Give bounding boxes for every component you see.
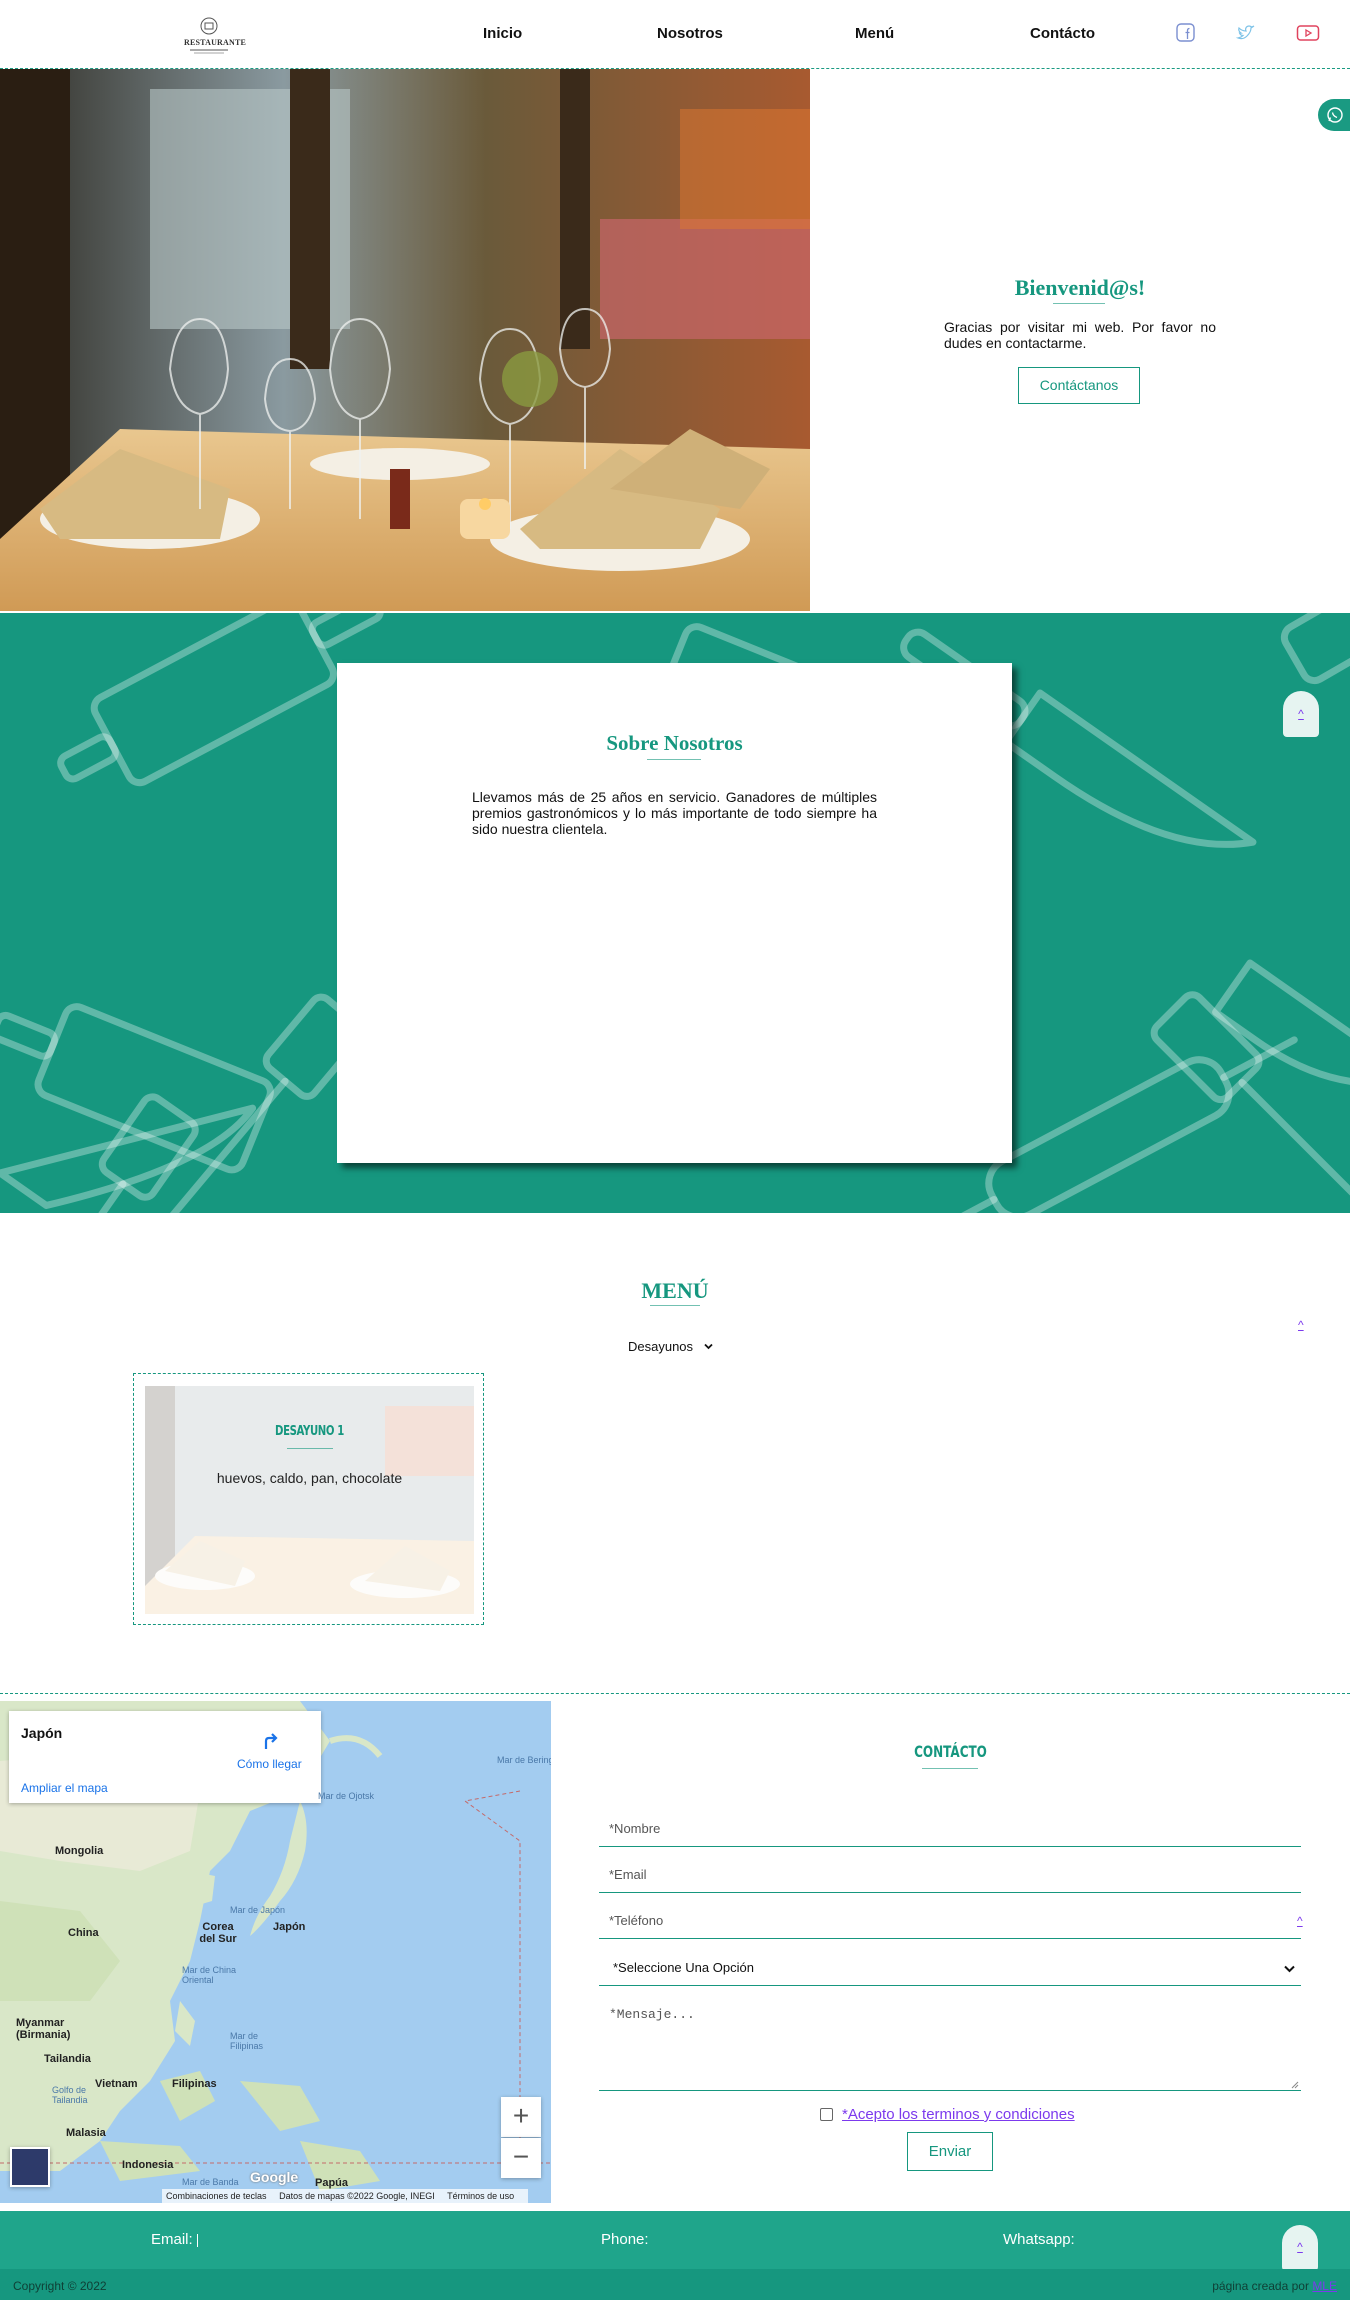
message-textarea[interactable]: *Mensaje... bbox=[599, 1997, 1301, 2091]
map-sea-east-china: Mar de China Oriental bbox=[182, 1965, 237, 1985]
map-label-south-korea: Corea del Sur bbox=[199, 1921, 237, 1945]
map-layer-toggle[interactable] bbox=[10, 2147, 50, 2187]
welcome-text: Gracias por visitar mi web. Por favor no… bbox=[944, 319, 1216, 351]
map-label-myanmar: Myanmar (Birmania) bbox=[16, 2017, 71, 2041]
map-label-mongolia: Mongolia bbox=[55, 1845, 104, 1857]
logo[interactable]: RESTAURANTE bbox=[184, 12, 247, 56]
map-label-china: China bbox=[68, 1927, 99, 1939]
contact-title: CONTÁCTO bbox=[914, 1742, 987, 1761]
footer-phone-label: Phone: bbox=[601, 2231, 649, 2248]
map-sea-banda: Mar de Banda bbox=[182, 2177, 239, 2187]
nav-contacto[interactable]: Contácto bbox=[1030, 25, 1095, 42]
option-select[interactable]: *Seleccione Una Opción bbox=[599, 1950, 1301, 1986]
contact-us-button[interactable]: Contáctanos bbox=[1018, 367, 1140, 404]
phone-field[interactable]: *Teléfono bbox=[599, 1903, 1301, 1939]
map-sea-japan: Mar de Japón bbox=[230, 1905, 286, 1915]
logo-text: RESTAURANTE bbox=[184, 38, 247, 47]
section-divider bbox=[0, 1693, 1350, 1694]
about-section: Sobre Nosotros Llevamos más de 25 años e… bbox=[0, 613, 1350, 1213]
nav-inicio[interactable]: Inicio bbox=[483, 25, 522, 42]
submit-button[interactable]: Enviar bbox=[907, 2132, 993, 2171]
terms-link[interactable]: *Acepto los terminos y condiciones bbox=[842, 2106, 1075, 2123]
logo-emblem-icon bbox=[190, 17, 228, 54]
menu-title: MENÚ bbox=[641, 1278, 709, 1303]
welcome-underline bbox=[1053, 303, 1105, 304]
about-title: Sobre Nosotros bbox=[606, 731, 743, 755]
scroll-top-link[interactable]: ^ bbox=[1298, 1318, 1304, 1332]
map-sea-okhotsk: Mar de Ojotsk bbox=[318, 1791, 375, 1801]
welcome-title: Bienvenid@s! bbox=[1014, 275, 1146, 300]
map-info-card: Japón Cómo llegar Ampliar el mapa bbox=[9, 1711, 321, 1803]
option-select-value: *Seleccione Una Opción bbox=[613, 1960, 754, 1975]
map-label-indonesia: Indonesia bbox=[122, 2159, 174, 2171]
facebook-icon[interactable] bbox=[1175, 22, 1197, 44]
map-label-japan: Japón bbox=[273, 1921, 306, 1933]
map-zoom-in-button[interactable]: + bbox=[501, 2097, 541, 2137]
map-attribution: Combinaciones de teclas Datos de mapas ©… bbox=[162, 2189, 529, 2203]
map-keyboard-shortcuts-link[interactable]: Combinaciones de teclas bbox=[166, 2191, 267, 2201]
footer-whatsapp-label: Whatsapp: bbox=[1003, 2231, 1075, 2248]
embedded-map[interactable]: Japón Cómo llegar Ampliar el mapa Mongol… bbox=[0, 1701, 551, 2203]
footer-email-value-cursor bbox=[197, 2234, 198, 2247]
about-text: Llevamos más de 25 años en servicio. Gan… bbox=[472, 789, 877, 837]
map-place-name: Japón bbox=[21, 1725, 63, 1741]
directions-icon[interactable] bbox=[261, 1729, 283, 1751]
google-logo: Google bbox=[250, 2169, 299, 2185]
whatsapp-float-button[interactable] bbox=[1318, 99, 1350, 131]
menu-select-value: Desayunos bbox=[628, 1339, 694, 1354]
map-zoom-out-button[interactable]: − bbox=[501, 2138, 541, 2178]
site-header: RESTAURANTE Inicio Nosotros Menú Contáct… bbox=[0, 0, 1350, 69]
hero-image bbox=[0, 69, 810, 611]
map-sea-thailand-gulf: Golfo de Tailandia bbox=[52, 2085, 88, 2105]
menu-item-image: DESAYUNO 1 huevos, caldo, pan, chocolate bbox=[145, 1386, 474, 1614]
map-label-philippines: Filipinas bbox=[172, 2078, 217, 2090]
nav-menu[interactable]: Menú bbox=[855, 25, 894, 42]
map-label-thailand: Tailandia bbox=[44, 2053, 91, 2065]
name-field[interactable]: *Nombre bbox=[599, 1811, 1301, 1847]
menu-item-overlay bbox=[145, 1386, 474, 1614]
chevron-down-icon bbox=[704, 1343, 713, 1350]
map-directions-link[interactable]: Cómo llegar bbox=[237, 1757, 302, 1771]
map-label-malaysia: Malasia bbox=[66, 2127, 106, 2139]
map-sea-bering: Mar de Bering bbox=[497, 1755, 551, 1765]
about-card: Sobre Nosotros Llevamos más de 25 años e… bbox=[337, 663, 1012, 1163]
credit-link[interactable]: MLE bbox=[1312, 2279, 1337, 2293]
site-footer: Email: Phone: Whatsapp: ^ bbox=[0, 2211, 1350, 2271]
twitter-icon[interactable] bbox=[1235, 22, 1257, 44]
footer-scroll-top-button[interactable]: ^ bbox=[1282, 2225, 1318, 2271]
menu-item-title: DESAYUNO 1 bbox=[275, 1424, 344, 1439]
map-data-credit: Datos de mapas ©2022 Google, INEGI bbox=[279, 2191, 435, 2201]
copyright-text: Copyright © 2022 bbox=[13, 2279, 107, 2293]
menu-category-select[interactable]: Desayunos bbox=[628, 1339, 722, 1357]
whatsapp-icon bbox=[1327, 107, 1343, 123]
about-underline bbox=[647, 759, 701, 760]
welcome-section: Bienvenid@s! Gracias por visitar mi web.… bbox=[810, 69, 1350, 611]
email-field[interactable]: *Email bbox=[599, 1857, 1301, 1893]
menu-item-underline bbox=[287, 1448, 333, 1449]
nav-nosotros[interactable]: Nosotros bbox=[657, 25, 723, 42]
menu-item-description: huevos, caldo, pan, chocolate bbox=[216, 1470, 403, 1486]
youtube-icon[interactable] bbox=[1296, 22, 1320, 44]
map-terms-link[interactable]: Términos de uso bbox=[447, 2191, 514, 2201]
footer-email-label: Email: bbox=[151, 2231, 193, 2248]
credit-prefix: página creada por bbox=[1212, 2279, 1309, 2293]
scroll-top-button[interactable]: ^ bbox=[1283, 691, 1319, 737]
menu-underline bbox=[650, 1305, 700, 1306]
chevron-down-icon bbox=[1284, 1965, 1295, 1973]
menu-item-card[interactable]: DESAYUNO 1 huevos, caldo, pan, chocolate bbox=[133, 1373, 484, 1625]
terms-checkbox[interactable] bbox=[820, 2108, 833, 2121]
credit-text: página creada por MLE bbox=[1212, 2279, 1337, 2293]
contact-scroll-top-link[interactable]: ^ bbox=[1297, 1914, 1303, 1928]
map-enlarge-link[interactable]: Ampliar el mapa bbox=[21, 1781, 108, 1795]
map-label-papua: Papúa bbox=[315, 2177, 349, 2189]
contact-underline bbox=[922, 1768, 978, 1769]
copyright-bar: Copyright © 2022 página creada por MLE bbox=[0, 2269, 1350, 2300]
map-sea-philippines: Mar de Filipinas bbox=[230, 2031, 264, 2051]
resize-handle-icon[interactable] bbox=[1289, 2079, 1299, 2089]
